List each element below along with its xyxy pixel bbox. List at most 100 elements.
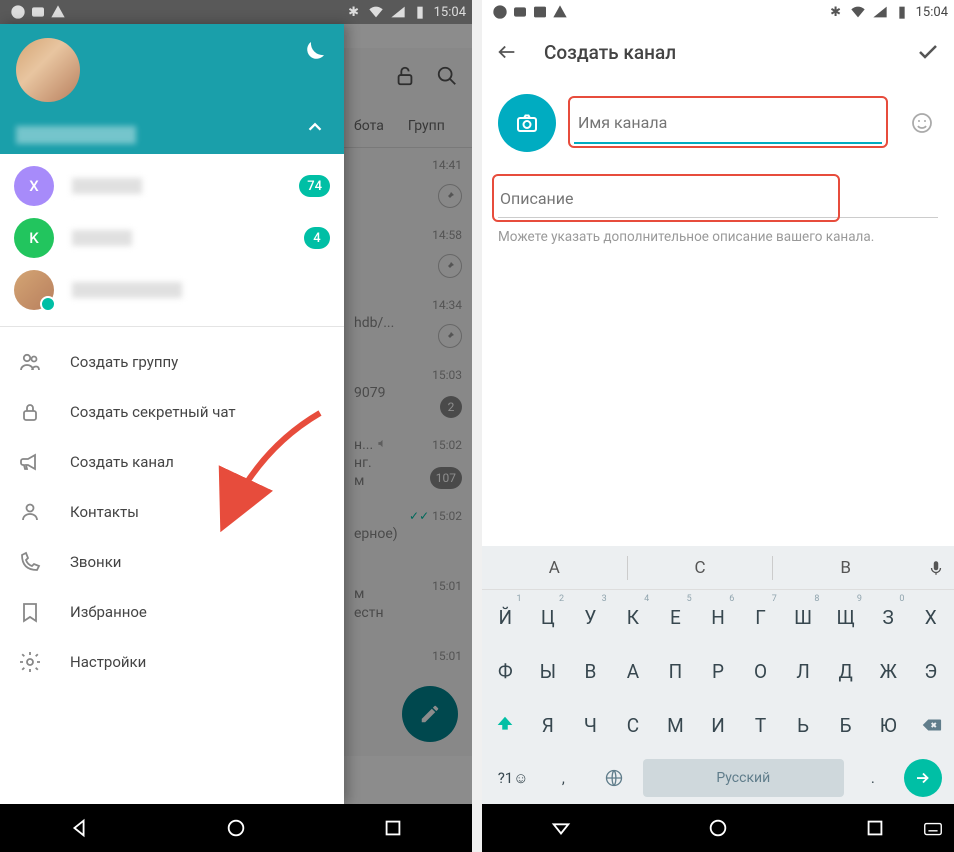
key-О[interactable]: О [739, 644, 782, 698]
account-name-blurred [72, 282, 182, 298]
bookmark-icon [18, 600, 42, 624]
key-Ь[interactable]: Ь [782, 698, 825, 752]
key-Б[interactable]: Б [824, 698, 867, 752]
account-avatar [14, 270, 54, 310]
suggestion[interactable]: В [773, 558, 918, 578]
account-name-blurred [72, 230, 132, 246]
night-mode-icon[interactable] [296, 38, 328, 70]
key-У[interactable]: У3 [569, 590, 612, 644]
keyboard-switch-icon[interactable] [922, 818, 944, 840]
channel-description-input[interactable] [498, 180, 938, 218]
battery-icon [894, 4, 910, 20]
back-arrow-icon[interactable] [496, 41, 518, 63]
megaphone-icon [18, 450, 42, 474]
backspace-key[interactable] [909, 698, 952, 752]
phone-left: ✱ 15:04 бота Групп 14:41 14:58 hdb/...14… [0, 0, 472, 852]
key-Н[interactable]: Н6 [697, 590, 740, 644]
emoji-button[interactable] [906, 107, 938, 139]
symbols-key[interactable]: ?1☺ [488, 752, 538, 804]
key-Й[interactable]: Й1 [484, 590, 527, 644]
account-row[interactable] [0, 264, 344, 316]
key-Щ[interactable]: Щ9 [824, 590, 867, 644]
verified-icon [40, 296, 56, 312]
period-key[interactable]: . [848, 752, 898, 804]
suggestion[interactable]: С [628, 558, 773, 578]
key-С[interactable]: С [612, 698, 655, 752]
image-status-icon [532, 4, 548, 20]
home-nav-icon[interactable] [225, 817, 247, 839]
menu-create-group[interactable]: Создать группу [0, 337, 344, 387]
key-И[interactable]: И [697, 698, 740, 752]
arrow-right-icon [914, 769, 932, 787]
menu-calls[interactable]: Звонки [0, 537, 344, 587]
key-К[interactable]: К4 [612, 590, 655, 644]
camera-icon [515, 111, 539, 135]
person-icon [18, 500, 42, 524]
back-nav-icon[interactable] [68, 817, 90, 839]
mail-status-icon [30, 4, 46, 20]
key-Ч[interactable]: Ч [569, 698, 612, 752]
key-Я[interactable]: Я [527, 698, 570, 752]
accounts-list: X 74 K 4 [0, 154, 344, 322]
clock: 15:04 [434, 5, 466, 20]
signal-icon [390, 4, 406, 20]
statusbar-right: ✱ 15:04 [482, 0, 954, 24]
enter-key[interactable] [904, 759, 942, 797]
bluetooth-icon: ✱ [346, 4, 362, 20]
key-Ж[interactable]: Ж [867, 644, 910, 698]
wifi-icon [368, 4, 384, 20]
menu-contacts[interactable]: Контакты [0, 487, 344, 537]
menu-create-channel[interactable]: Создать канал [0, 437, 344, 487]
account-avatar: X [14, 166, 54, 206]
back-nav-keyboard-icon[interactable] [550, 817, 572, 839]
key-Ш[interactable]: Ш8 [782, 590, 825, 644]
key-М[interactable]: М [654, 698, 697, 752]
key-Ц[interactable]: Ц2 [527, 590, 570, 644]
suggestion[interactable]: А [482, 558, 627, 578]
appbar: Создать канал [482, 24, 954, 80]
phone-right: ✱ 15:04 Создать канал [482, 0, 954, 852]
recent-nav-icon[interactable] [864, 817, 886, 839]
description-hint: Можете указать дополнительное описание в… [498, 228, 938, 247]
profile-name-blurred [16, 126, 136, 144]
key-Ю[interactable]: Ю [867, 698, 910, 752]
channel-photo-button[interactable] [498, 94, 556, 152]
account-row[interactable]: K 4 [0, 212, 344, 264]
key-Х[interactable]: Х [909, 590, 952, 644]
key-А[interactable]: А [612, 644, 655, 698]
globe-key[interactable] [589, 752, 639, 804]
home-nav-icon[interactable] [707, 817, 729, 839]
channel-name-input[interactable] [574, 102, 882, 144]
spacebar-key[interactable]: Русский [643, 759, 844, 797]
menu-label: Звонки [70, 553, 121, 571]
chevron-up-icon[interactable] [304, 116, 326, 142]
keyboard: А С В Й1Ц2У3К4Е5Н6Г7Ш8Щ9З0Х ФЫВАПРОЛДЖЭ … [482, 546, 954, 804]
mic-icon [927, 559, 945, 577]
android-navbar [0, 804, 472, 852]
key-В[interactable]: В [569, 644, 612, 698]
key-Е[interactable]: Е5 [654, 590, 697, 644]
menu-create-secret[interactable]: Создать секретный чат [0, 387, 344, 437]
key-Д[interactable]: Д [824, 644, 867, 698]
recent-nav-icon[interactable] [382, 817, 404, 839]
suggestion-bar: А С В [482, 546, 954, 590]
key-Р[interactable]: Р [697, 644, 740, 698]
page-title: Создать канал [544, 41, 676, 64]
account-row[interactable]: X 74 [0, 160, 344, 212]
comma-key[interactable]: , [538, 752, 588, 804]
key-Г[interactable]: Г7 [739, 590, 782, 644]
menu-settings[interactable]: Настройки [0, 637, 344, 687]
key-Ы[interactable]: Ы [527, 644, 570, 698]
android-navbar [482, 804, 954, 852]
shift-key[interactable] [484, 698, 527, 752]
key-П[interactable]: П [654, 644, 697, 698]
key-Ф[interactable]: Ф [484, 644, 527, 698]
confirm-check-icon[interactable] [916, 40, 940, 64]
key-Л[interactable]: Л [782, 644, 825, 698]
menu-saved[interactable]: Избранное [0, 587, 344, 637]
profile-avatar[interactable] [16, 38, 80, 102]
key-З[interactable]: З0 [867, 590, 910, 644]
key-Э[interactable]: Э [909, 644, 952, 698]
mic-button[interactable] [918, 559, 954, 577]
key-Т[interactable]: Т [739, 698, 782, 752]
